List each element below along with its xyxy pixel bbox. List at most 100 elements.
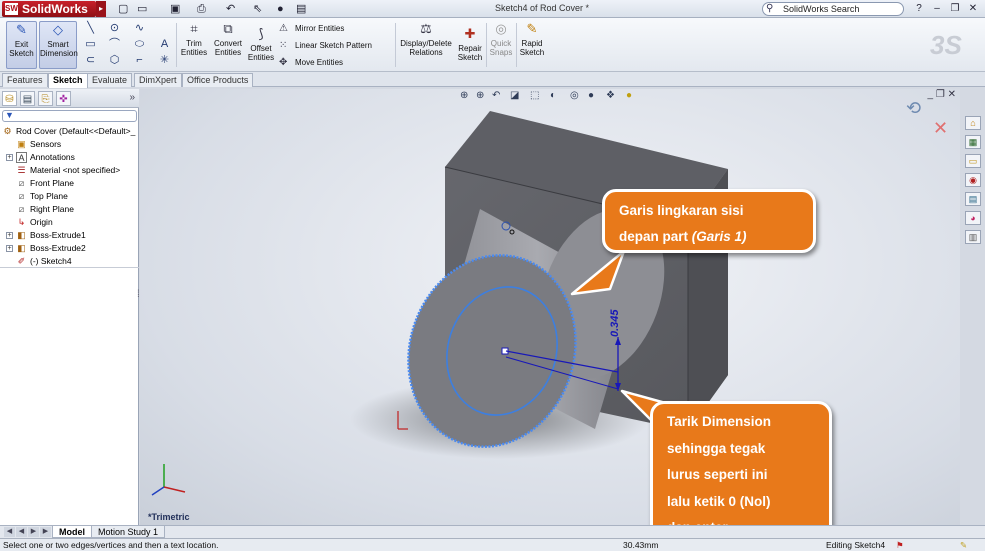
arc-icon[interactable]: ⌒ <box>108 38 121 51</box>
sensors-icon: ▣ <box>17 139 26 150</box>
tree-item-boss-extrude1[interactable]: ◧ Boss-Extrude1 <box>16 229 86 242</box>
appearances-icon[interactable]: ◕ <box>965 211 981 225</box>
panel-tabs: ⛁ ▤ ⎘ ✜ » <box>0 89 139 108</box>
polygon-icon[interactable]: ⬡ <box>108 54 121 67</box>
smart-dimension-button[interactable]: ◇ Smart Dimension <box>39 21 78 69</box>
command-manager: ✎ Exit Sketch ◇ Smart Dimension ╲ ⊙ ∿ ▭ … <box>0 18 985 72</box>
tree-item-label: Annotations <box>30 152 75 162</box>
tree-item-sensors[interactable]: ▣ Sensors <box>16 138 61 151</box>
custom-properties-icon[interactable]: ▥ <box>965 230 981 244</box>
tree-item-boss-extrude2[interactable]: ◧ Boss-Extrude2 <box>16 242 86 255</box>
close-button[interactable]: ✕ <box>964 2 982 16</box>
filter-icon: ▼ <box>5 110 14 120</box>
cancel-corner-icon[interactable]: ✕ <box>933 118 948 138</box>
tree-item-right-plane[interactable]: ⧄ Right Plane <box>16 203 74 216</box>
options-icon[interactable]: ▤ <box>296 2 306 16</box>
tree-item-label: Boss-Extrude1 <box>30 230 86 240</box>
tree-item-label: Front Plane <box>30 178 74 188</box>
quick-snaps-label: Quick Snaps <box>489 39 513 57</box>
tree-item-label: Sensors <box>30 139 62 149</box>
panel-expand-icon[interactable]: » <box>129 92 135 103</box>
triad-z-axis <box>151 486 165 496</box>
tree-root-label: Rod Cover (Default<<Default>_ <box>16 126 136 136</box>
tab-evaluate[interactable]: Evaluate <box>87 73 133 87</box>
menu-arrow-button[interactable]: ▸ <box>96 1 106 17</box>
dimxpert-tab-icon[interactable]: ✜ <box>56 91 71 106</box>
tree-item-annotations[interactable]: A Annotations <box>16 151 75 164</box>
tab-model[interactable]: Model <box>52 526 92 538</box>
print-icon[interactable]: ⎙ <box>197 2 206 16</box>
next-tab-icon[interactable]: ▶ <box>28 527 39 537</box>
slot-icon[interactable]: ⊂ <box>84 54 97 67</box>
search-input[interactable]: ⚲ SolidWorks Search <box>762 2 904 16</box>
resources-icon[interactable]: ⌂ <box>965 116 981 130</box>
ellipse-icon[interactable]: ⬭ <box>133 38 146 51</box>
tab-dimxpert[interactable]: DimXpert <box>134 73 182 87</box>
linear-sketch-pattern-button[interactable]: ⁙ Linear Sketch Pattern <box>279 39 372 53</box>
filter-input[interactable]: ▼ <box>2 110 137 122</box>
first-tab-icon[interactable]: ◀ <box>4 527 15 537</box>
tree-item-material[interactable]: ☰ Material <not specified> <box>16 164 120 177</box>
property-manager-tab-icon[interactable]: ▤ <box>20 91 35 106</box>
tab-features[interactable]: Features <box>2 73 48 87</box>
dimension-value[interactable]: 0.345 <box>609 309 621 337</box>
trim-entities-button[interactable]: ⌗ Trim Entities <box>179 21 209 69</box>
graphics-area[interactable]: ⊕ ⊕ ↶ ◪ ⬚ ◐ ◎ ● ❖ ● _ ❐ ✕ 0.345 ⟲ ✕ Gari… <box>140 89 960 525</box>
design-library-icon[interactable]: ▦ <box>965 135 981 149</box>
notification-icon[interactable]: ✎ <box>960 539 967 551</box>
spline-icon[interactable]: ∿ <box>133 22 146 35</box>
repair-sketch-button[interactable]: ✚ Repair Sketch <box>455 26 485 74</box>
extrude-icon: ◧ <box>17 230 26 241</box>
open-document-icon[interactable]: ▭ <box>137 2 147 16</box>
convert-entities-label: Convert Entities <box>213 39 242 57</box>
rapid-sketch-button[interactable]: ✎ Rapid Sketch <box>518 21 546 69</box>
expander-icon[interactable]: + <box>6 154 13 161</box>
line-icon[interactable]: ╲ <box>84 22 97 35</box>
offset-entities-button[interactable]: ⟆ Offset Entities <box>247 26 275 74</box>
tree-item-top-plane[interactable]: ⧄ Top Plane <box>16 190 68 203</box>
search-results-icon[interactable]: ◉ <box>965 173 981 187</box>
tree-item-front-plane[interactable]: ⧄ Front Plane <box>16 177 74 190</box>
select-icon[interactable]: ⇖ <box>253 2 262 16</box>
rebuild-corner-icon[interactable]: ⟲ <box>906 98 921 118</box>
last-tab-icon[interactable]: ▶ <box>40 527 51 537</box>
solidworks-logo[interactable]: SW SolidWorks <box>2 1 96 17</box>
tab-sketch[interactable]: Sketch <box>48 73 88 88</box>
rebuild-status-icon[interactable]: ⚑ <box>896 539 904 551</box>
rapid-sketch-label: Rapid Sketch <box>519 39 545 57</box>
expander-icon[interactable]: + <box>6 245 13 252</box>
view-palette-icon[interactable]: ▤ <box>965 192 981 206</box>
new-document-icon[interactable]: ▢ <box>118 2 128 16</box>
circle-icon[interactable]: ⊙ <box>108 22 121 35</box>
display-delete-relations-button[interactable]: ⚖ Display/Delete Relations <box>399 21 453 69</box>
exit-sketch-button[interactable]: ✎ Exit Sketch <box>6 21 37 69</box>
save-icon[interactable]: ▣ <box>170 2 180 16</box>
maximize-button[interactable]: ❐ <box>946 2 964 16</box>
tab-motion-study-1[interactable]: Motion Study 1 <box>91 526 166 538</box>
minimize-button[interactable]: – <box>928 2 946 16</box>
tab-office-products[interactable]: Office Products <box>182 73 254 87</box>
pattern-icon: ⁙ <box>279 40 288 51</box>
configuration-tab-icon[interactable]: ⎘ <box>38 91 53 106</box>
bottom-callout-line: lurus seperti ini <box>667 467 768 482</box>
rebuild-icon[interactable]: ● <box>277 2 284 16</box>
text-icon[interactable]: A <box>158 38 171 51</box>
rectangle-icon[interactable]: ▭ <box>84 38 97 51</box>
expander-icon[interactable]: + <box>6 232 13 239</box>
search-placeholder: SolidWorks Search <box>783 4 860 14</box>
bottom-callout-line: sehingga tegak <box>667 440 766 456</box>
tree-root[interactable]: ⚙ Rod Cover (Default<<Default>_ <box>2 125 135 138</box>
document-title: Sketch4 of Rod Cover * <box>495 3 590 13</box>
quick-snaps-button[interactable]: ◎ Quick Snaps <box>488 21 514 69</box>
feature-tree-tab-icon[interactable]: ⛁ <box>2 91 17 106</box>
point-icon[interactable]: ✳ <box>158 54 171 67</box>
move-entities-button[interactable]: ✥ Move Entities <box>279 56 343 70</box>
prev-tab-icon[interactable]: ◀ <box>16 527 27 537</box>
fillet-icon[interactable]: ⌐ <box>133 54 146 67</box>
help-button[interactable]: ? <box>910 2 928 16</box>
tree-item-origin[interactable]: ↳ Origin <box>16 216 53 229</box>
convert-entities-button[interactable]: ⧉ Convert Entities <box>211 21 245 69</box>
file-explorer-icon[interactable]: ▭ <box>965 154 981 168</box>
undo-icon[interactable]: ↶ <box>226 2 235 16</box>
mirror-entities-button[interactable]: ⚠ Mirror Entities <box>279 22 344 36</box>
